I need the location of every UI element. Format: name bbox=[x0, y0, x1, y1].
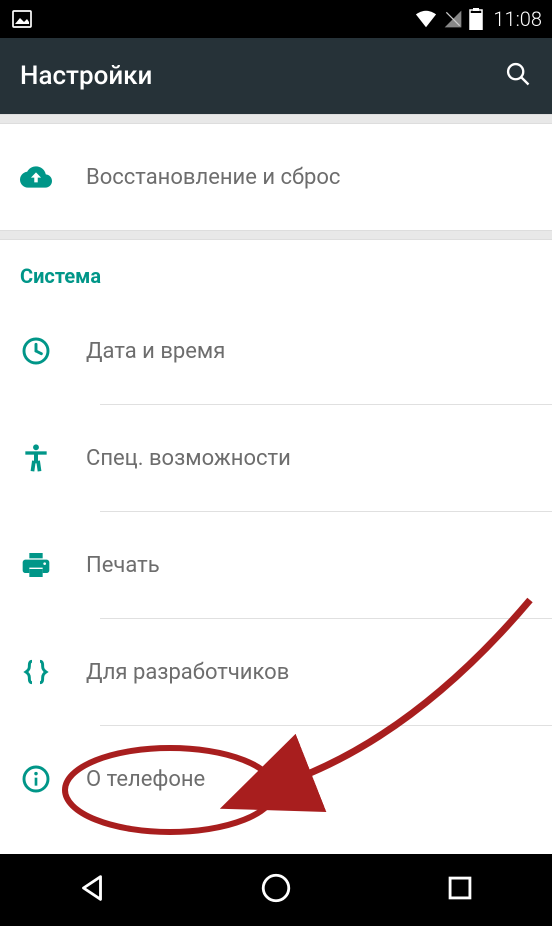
image-icon bbox=[10, 7, 34, 31]
status-right: 11:08 bbox=[415, 7, 542, 31]
settings-item-accessibility[interactable]: Спец. возможности bbox=[0, 405, 552, 511]
section-header-system: Система bbox=[0, 240, 552, 298]
settings-item-printing[interactable]: Печать bbox=[0, 512, 552, 618]
clock-icon bbox=[20, 335, 52, 367]
settings-item-date-time[interactable]: Дата и время bbox=[0, 298, 552, 404]
wifi-icon bbox=[415, 8, 437, 30]
item-label: Для разработчиков bbox=[86, 660, 289, 685]
status-time: 11:08 bbox=[493, 7, 542, 31]
item-label: Восстановление и сброс bbox=[86, 165, 340, 190]
navigation-bar bbox=[0, 854, 552, 926]
status-bar: 11:08 bbox=[0, 0, 552, 38]
app-bar: Настройки bbox=[0, 38, 552, 114]
section-label: Система bbox=[20, 264, 532, 288]
settings-item-developer[interactable]: Для разработчиков bbox=[0, 619, 552, 725]
item-label: Дата и время bbox=[86, 339, 225, 364]
nav-recents-button[interactable] bbox=[443, 871, 477, 909]
status-left bbox=[10, 7, 34, 31]
settings-item-backup-reset[interactable]: Восстановление и сброс bbox=[0, 124, 552, 230]
search-button[interactable] bbox=[504, 60, 532, 92]
braces-icon bbox=[20, 656, 52, 688]
cloud-upload-icon bbox=[20, 161, 52, 193]
section-gap bbox=[0, 114, 552, 124]
item-label: О телефоне bbox=[86, 767, 205, 792]
signal-icon bbox=[443, 8, 463, 30]
battery-icon bbox=[469, 8, 483, 30]
section-gap bbox=[0, 230, 552, 240]
back-icon bbox=[75, 871, 109, 905]
printer-icon bbox=[20, 549, 52, 581]
home-icon bbox=[259, 871, 293, 905]
search-icon bbox=[504, 60, 532, 88]
nav-back-button[interactable] bbox=[75, 871, 109, 909]
info-icon bbox=[20, 763, 52, 795]
settings-item-about-phone[interactable]: О телефоне bbox=[0, 726, 552, 832]
accessibility-icon bbox=[20, 442, 52, 474]
item-label: Печать bbox=[86, 553, 160, 578]
page-title: Настройки bbox=[20, 61, 152, 91]
nav-home-button[interactable] bbox=[259, 871, 293, 909]
item-label: Спец. возможности bbox=[86, 446, 291, 471]
recent-apps-icon bbox=[443, 871, 477, 905]
